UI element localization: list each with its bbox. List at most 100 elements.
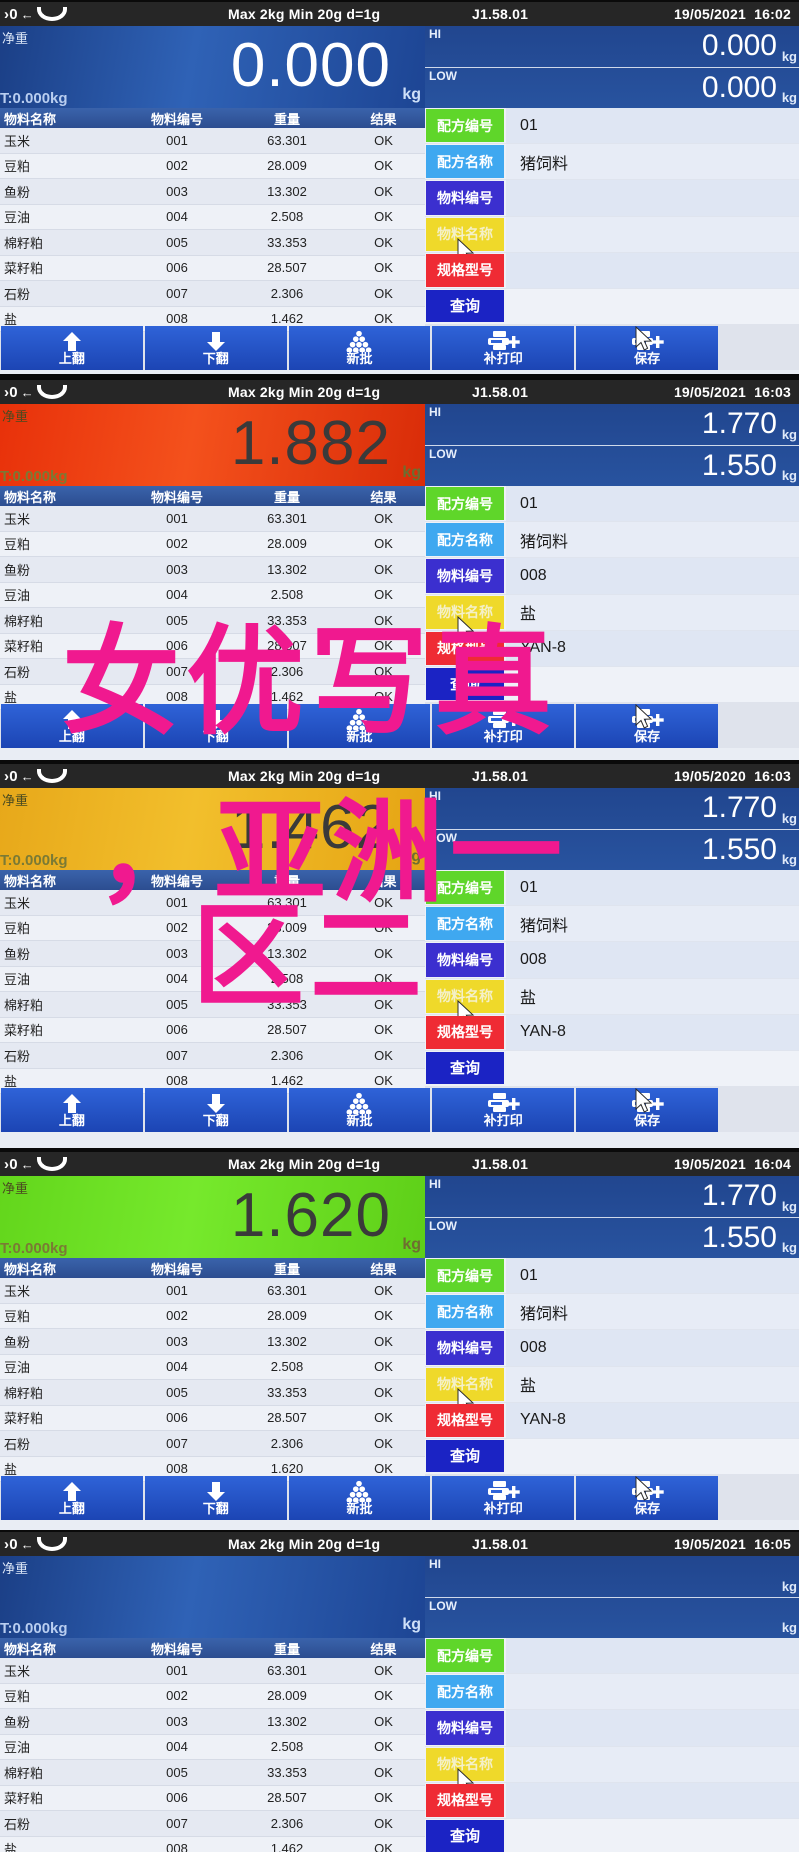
button-reprint[interactable]: 补打印 <box>432 1088 575 1132</box>
table-row[interactable]: 石粉 007 2.306 OK <box>0 1811 425 1837</box>
table-row[interactable]: 玉米 001 63.301 OK <box>0 1658 425 1684</box>
low-limit-cell[interactable]: LOW 1.550 kg <box>425 1218 799 1259</box>
sidebar-value-material-no[interactable]: 008 <box>506 558 799 594</box>
table-row[interactable]: 棉籽粕 005 33.353 OK <box>0 230 425 256</box>
sidebar-value-recipe-name[interactable]: 猪饲料 <box>506 144 799 180</box>
table-row[interactable]: 菜籽粕 006 28.507 OK <box>0 1785 425 1811</box>
sidebar-key-spec-model[interactable]: 规格型号 <box>426 1403 504 1437</box>
table-row[interactable]: 豆粕 002 28.009 OK <box>0 915 425 941</box>
sidebar-value-material-no[interactable] <box>506 180 799 216</box>
button-batch-stack[interactable]: 新批 <box>288 1088 431 1132</box>
low-limit-cell[interactable]: LOW kg <box>425 1598 799 1639</box>
button-batch-stack[interactable]: 新批 <box>288 326 431 370</box>
table-row[interactable]: 豆油 004 2.508 OK <box>0 966 425 992</box>
sidebar-value-recipe-no[interactable]: 01 <box>506 1258 799 1294</box>
button-batch-stack[interactable]: 新批 <box>288 1476 431 1520</box>
sidebar-value-material-no[interactable]: 008 <box>506 1330 799 1366</box>
hi-limit-cell[interactable]: HI 1.770 kg <box>425 1176 799 1218</box>
sidebar-value-material-name[interactable]: 盐 <box>506 978 799 1014</box>
sidebar-key-material-no[interactable]: 物料编号 <box>426 181 504 215</box>
table-row[interactable]: 豆粕 002 28.009 OK <box>0 531 425 557</box>
sidebar-value-recipe-no[interactable]: 01 <box>506 870 799 906</box>
sidebar-key-material-no[interactable]: 物料编号 <box>426 1331 504 1365</box>
table-row[interactable]: 豆油 004 2.508 OK <box>0 1734 425 1760</box>
table-row[interactable]: 菜籽粕 006 28.507 OK <box>0 1405 425 1431</box>
table-row[interactable]: 棉籽粕 005 33.353 OK <box>0 1760 425 1786</box>
table-row[interactable]: 玉米 001 63.301 OK <box>0 890 425 916</box>
sidebar-key-recipe-no[interactable]: 配方编号 <box>426 487 504 521</box>
sidebar-value-recipe-name[interactable] <box>506 1674 799 1710</box>
button-arrow-down[interactable]: 下翻 <box>144 704 287 748</box>
query-button[interactable]: 查询 <box>426 289 504 323</box>
button-reprint[interactable]: 补打印 <box>432 326 575 370</box>
button-batch-stack[interactable]: 新批 <box>288 704 431 748</box>
button-arrow-down[interactable]: 下翻 <box>144 326 287 370</box>
sidebar-value-material-name[interactable]: 盐 <box>506 594 799 630</box>
table-row[interactable]: 豆粕 002 28.009 OK <box>0 1303 425 1329</box>
table-row[interactable]: 玉米 001 63.301 OK <box>0 506 425 532</box>
button-arrow-up[interactable]: 上翻 <box>1 326 143 370</box>
sidebar-key-recipe-name[interactable]: 配方名称 <box>426 1675 504 1709</box>
table-row[interactable]: 豆油 004 2.508 OK <box>0 204 425 230</box>
button-save-print[interactable]: 保存 <box>576 704 718 748</box>
sidebar-value-recipe-no[interactable]: 01 <box>506 108 799 144</box>
low-limit-cell[interactable]: LOW 0.000 kg <box>425 68 799 109</box>
sidebar-key-material-no[interactable]: 物料编号 <box>426 559 504 593</box>
table-row[interactable]: 鱼粉 003 13.302 OK <box>0 557 425 583</box>
sidebar-key-material-name[interactable]: 物料名称 <box>426 1367 504 1413</box>
button-save-print[interactable]: 保存 <box>576 1476 718 1520</box>
sidebar-value-material-no[interactable]: 008 <box>506 942 799 978</box>
sidebar-value-material-no[interactable] <box>506 1710 799 1746</box>
table-row[interactable]: 鱼粉 003 13.302 OK <box>0 941 425 967</box>
table-row[interactable]: 棉籽粕 005 33.353 OK <box>0 608 425 634</box>
hi-limit-cell[interactable]: HI 0.000 kg <box>425 26 799 68</box>
sidebar-key-spec-model[interactable]: 规格型号 <box>426 631 504 665</box>
sidebar-key-material-no[interactable]: 物料编号 <box>426 943 504 977</box>
sidebar-value-material-name[interactable]: 盐 <box>506 1366 799 1402</box>
sidebar-key-recipe-no[interactable]: 配方编号 <box>426 1259 504 1293</box>
table-row[interactable]: 盐 008 1.462 OK <box>0 1836 425 1852</box>
button-reprint[interactable]: 补打印 <box>432 704 575 748</box>
sidebar-value-spec-model[interactable]: YAN-8 <box>506 1402 799 1438</box>
sidebar-value-spec-model[interactable] <box>506 1782 799 1818</box>
button-arrow-up[interactable]: 上翻 <box>1 1088 143 1132</box>
sidebar-value-recipe-name[interactable]: 猪饲料 <box>506 522 799 558</box>
sidebar-key-material-name[interactable]: 物料名称 <box>426 217 504 263</box>
sidebar-key-recipe-no[interactable]: 配方编号 <box>426 109 504 143</box>
sidebar-key-material-no[interactable]: 物料编号 <box>426 1711 504 1745</box>
sidebar-value-spec-model[interactable] <box>506 252 799 288</box>
table-row[interactable]: 鱼粉 003 13.302 OK <box>0 1709 425 1735</box>
sidebar-key-spec-model[interactable]: 规格型号 <box>426 1783 504 1817</box>
hi-limit-cell[interactable]: HI kg <box>425 1556 799 1598</box>
table-row[interactable]: 石粉 007 2.306 OK <box>0 659 425 685</box>
button-save-print[interactable]: 保存 <box>576 1088 718 1132</box>
table-row[interactable]: 菜籽粕 006 28.507 OK <box>0 255 425 281</box>
query-button[interactable]: 查询 <box>426 1439 504 1473</box>
table-row[interactable]: 鱼粉 003 13.302 OK <box>0 179 425 205</box>
query-button[interactable]: 查询 <box>426 667 504 701</box>
sidebar-key-recipe-name[interactable]: 配方名称 <box>426 523 504 557</box>
sidebar-value-spec-model[interactable]: YAN-8 <box>506 1014 799 1050</box>
table-row[interactable]: 豆油 004 2.508 OK <box>0 582 425 608</box>
table-row[interactable]: 石粉 007 2.306 OK <box>0 1431 425 1457</box>
table-row[interactable]: 菜籽粕 006 28.507 OK <box>0 1017 425 1043</box>
sidebar-key-material-name[interactable]: 物料名称 <box>426 1747 504 1793</box>
table-row[interactable]: 棉籽粕 005 33.353 OK <box>0 1380 425 1406</box>
button-save-print[interactable]: 保存 <box>576 326 718 370</box>
table-row[interactable]: 石粉 007 2.306 OK <box>0 1043 425 1069</box>
table-row[interactable]: 玉米 001 63.301 OK <box>0 1278 425 1304</box>
sidebar-value-material-name[interactable] <box>506 216 799 252</box>
query-button[interactable]: 查询 <box>426 1819 504 1852</box>
low-limit-cell[interactable]: LOW 1.550 kg <box>425 830 799 871</box>
table-row[interactable]: 棉籽粕 005 33.353 OK <box>0 992 425 1018</box>
hi-limit-cell[interactable]: HI 1.770 kg <box>425 788 799 830</box>
sidebar-value-recipe-name[interactable]: 猪饲料 <box>506 1294 799 1330</box>
sidebar-key-recipe-no[interactable]: 配方编号 <box>426 871 504 905</box>
sidebar-key-recipe-name[interactable]: 配方名称 <box>426 1295 504 1329</box>
table-row[interactable]: 豆粕 002 28.009 OK <box>0 1683 425 1709</box>
sidebar-value-recipe-name[interactable]: 猪饲料 <box>506 906 799 942</box>
button-arrow-down[interactable]: 下翻 <box>144 1088 287 1132</box>
button-arrow-up[interactable]: 上翻 <box>1 704 143 748</box>
button-reprint[interactable]: 补打印 <box>432 1476 575 1520</box>
sidebar-value-recipe-no[interactable] <box>506 1638 799 1674</box>
